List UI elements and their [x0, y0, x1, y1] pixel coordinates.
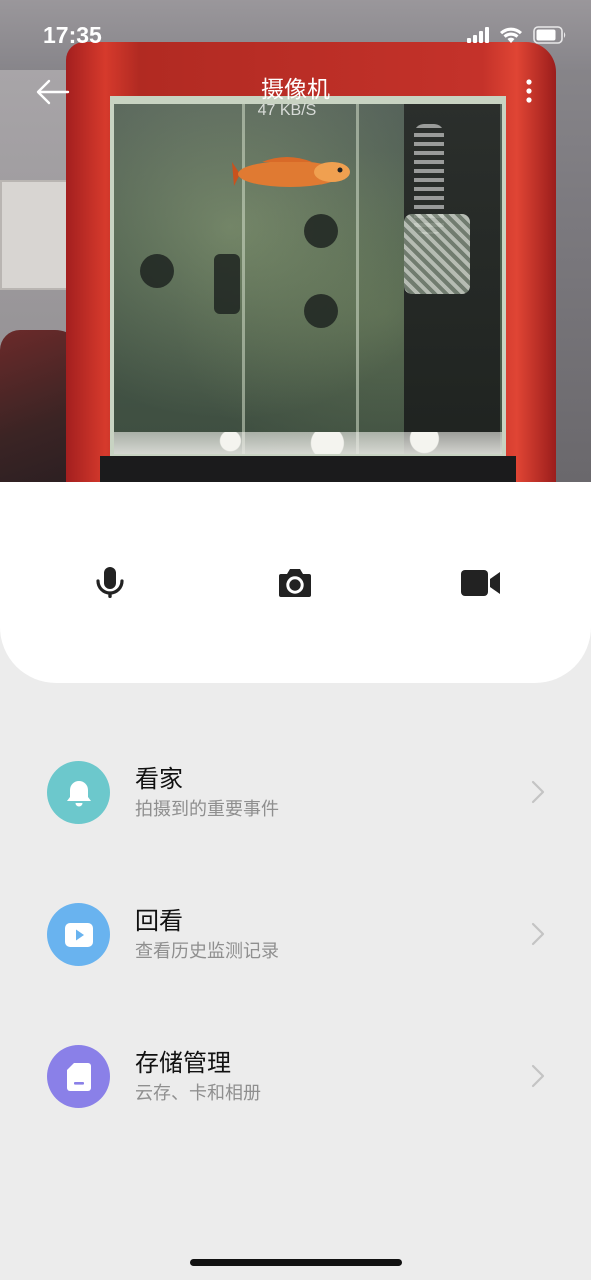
home-indicator[interactable]: [190, 1259, 402, 1266]
camera-icon: [279, 569, 311, 597]
chevron-right-icon: [531, 922, 545, 946]
menu-icon-circle: [47, 1045, 110, 1108]
chevron-right-icon: [531, 780, 545, 804]
sd-card-icon: [66, 1062, 91, 1091]
page-title: 摄像机: [261, 77, 330, 103]
signal-icon: [467, 27, 489, 43]
menu-item-subtitle: 拍摄到的重要事件: [135, 799, 279, 820]
control-panel: [0, 482, 591, 683]
battery-icon: [533, 26, 566, 44]
feed-aquarium: [110, 96, 506, 458]
feed-stand: [100, 456, 516, 482]
bell-icon: [66, 780, 91, 806]
menu-item-title: 看家: [135, 765, 183, 793]
microphone-icon: [96, 567, 124, 598]
more-options-button[interactable]: [512, 74, 546, 108]
menu-item-playback[interactable]: 回看 查看历史监测记录: [0, 879, 591, 989]
menu-item-home-watch[interactable]: 看家 拍摄到的重要事件: [0, 737, 591, 847]
status-icons: [467, 26, 567, 44]
microphone-button[interactable]: [85, 558, 135, 608]
menu-icon-circle: [47, 761, 110, 824]
video-camera-icon: [461, 570, 500, 596]
wifi-icon: [500, 27, 522, 43]
more-vertical-icon: [526, 79, 532, 103]
chevron-right-icon: [531, 1064, 545, 1088]
menu-item-subtitle: 云存、卡和相册: [135, 1083, 261, 1104]
menu-item-title: 回看: [135, 907, 183, 935]
record-button[interactable]: [456, 558, 506, 608]
feed-cabinet: [0, 180, 70, 290]
menu-icon-circle: [47, 903, 110, 966]
play-icon: [64, 922, 93, 947]
menu-item-subtitle: 查看历史监测记录: [135, 941, 279, 962]
feed-gravel: [114, 432, 502, 454]
status-time: 17:35: [43, 22, 102, 48]
menu-item-storage[interactable]: 存储管理 云存、卡和相册: [0, 1021, 591, 1131]
bitrate-label: 47 KB/S: [257, 102, 317, 119]
snapshot-button[interactable]: [270, 558, 320, 608]
feed-fish: [232, 157, 350, 187]
status-bar: 17:35: [0, 0, 591, 70]
menu-item-title: 存储管理: [135, 1049, 231, 1077]
feed-heater: [404, 214, 470, 294]
